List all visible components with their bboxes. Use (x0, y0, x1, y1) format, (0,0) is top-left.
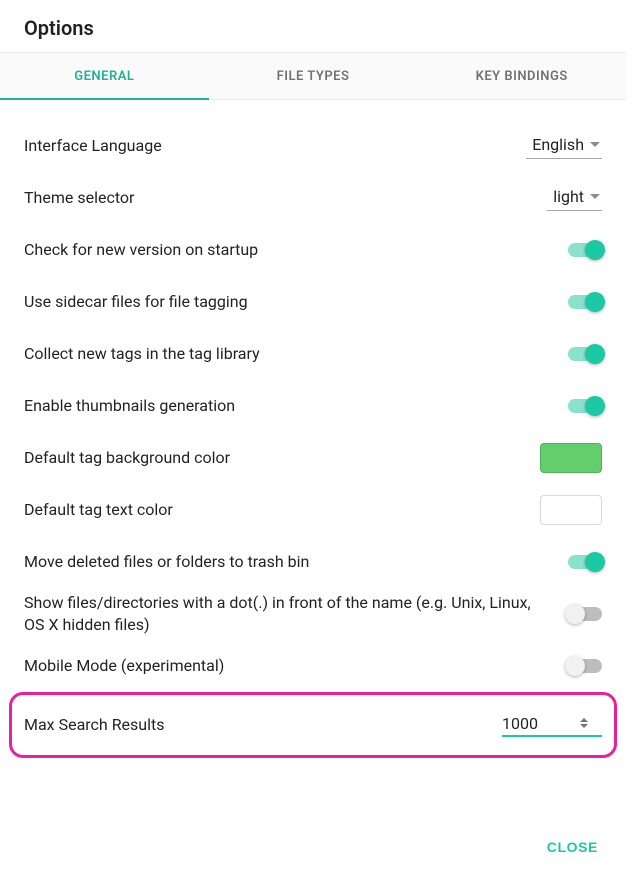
select-theme[interactable]: light (547, 185, 602, 211)
tab-key-bindings[interactable]: KEY BINDINGS (417, 53, 626, 99)
page-title: Options (0, 0, 626, 52)
label-tag-text-color: Default tag text color (24, 499, 524, 521)
settings-panel: Interface Language English Theme selecto… (0, 100, 626, 758)
toggle-collect-tags[interactable] (568, 347, 602, 361)
row-sidecar: Use sidecar files for file tagging (24, 276, 602, 328)
select-value: light (553, 187, 584, 206)
toggle-trash[interactable] (568, 555, 602, 569)
row-hidden-files: Show files/directories with a dot(.) in … (24, 588, 602, 640)
label-thumbnails: Enable thumbnails generation (24, 395, 552, 417)
close-button[interactable]: CLOSE (539, 833, 606, 861)
chevron-down-icon (580, 724, 588, 728)
label-mobile-mode: Mobile Mode (experimental) (24, 655, 552, 677)
stepper-icons[interactable] (580, 718, 588, 728)
row-max-search-results: Max Search Results (24, 699, 602, 751)
label-tag-bg-color: Default tag background color (24, 447, 524, 469)
tab-general[interactable]: GENERAL (0, 53, 209, 99)
toggle-hidden-files[interactable] (568, 607, 602, 621)
swatch-tag-text-color[interactable] (540, 495, 602, 525)
input-max-search-results[interactable] (502, 714, 602, 737)
toggle-sidecar[interactable] (568, 295, 602, 309)
chevron-down-icon (590, 142, 600, 147)
toggle-check-update[interactable] (568, 243, 602, 257)
row-trash: Move deleted files or folders to trash b… (24, 536, 602, 588)
max-search-input[interactable] (502, 714, 580, 733)
row-tag-text-color: Default tag text color (24, 484, 602, 536)
label-collect-tags: Collect new tags in the tag library (24, 343, 552, 365)
select-value: English (532, 135, 584, 154)
label-interface-language: Interface Language (24, 135, 510, 157)
tab-file-types[interactable]: FILE TYPES (209, 53, 418, 99)
highlighted-row: Max Search Results (9, 692, 617, 758)
row-check-update: Check for new version on startup (24, 224, 602, 276)
chevron-up-icon (580, 718, 588, 722)
select-interface-language[interactable]: English (526, 133, 602, 159)
label-trash: Move deleted files or folders to trash b… (24, 551, 552, 573)
row-thumbnails: Enable thumbnails generation (24, 380, 602, 432)
swatch-tag-bg-color[interactable] (540, 443, 602, 473)
label-hidden-files: Show files/directories with a dot(.) in … (24, 592, 552, 637)
toggle-thumbnails[interactable] (568, 399, 602, 413)
row-mobile-mode: Mobile Mode (experimental) (24, 640, 602, 692)
chevron-down-icon (590, 194, 600, 199)
label-theme-selector: Theme selector (24, 187, 531, 209)
toggle-mobile-mode[interactable] (568, 659, 602, 673)
label-check-update: Check for new version on startup (24, 239, 552, 261)
label-max-search-results: Max Search Results (24, 714, 486, 736)
row-theme-selector: Theme selector light (24, 172, 602, 224)
footer: CLOSE (0, 819, 626, 875)
row-tag-bg-color: Default tag background color (24, 432, 602, 484)
row-interface-language: Interface Language English (24, 120, 602, 172)
row-collect-tags: Collect new tags in the tag library (24, 328, 602, 380)
label-sidecar: Use sidecar files for file tagging (24, 291, 552, 313)
tabs: GENERAL FILE TYPES KEY BINDINGS (0, 52, 626, 100)
